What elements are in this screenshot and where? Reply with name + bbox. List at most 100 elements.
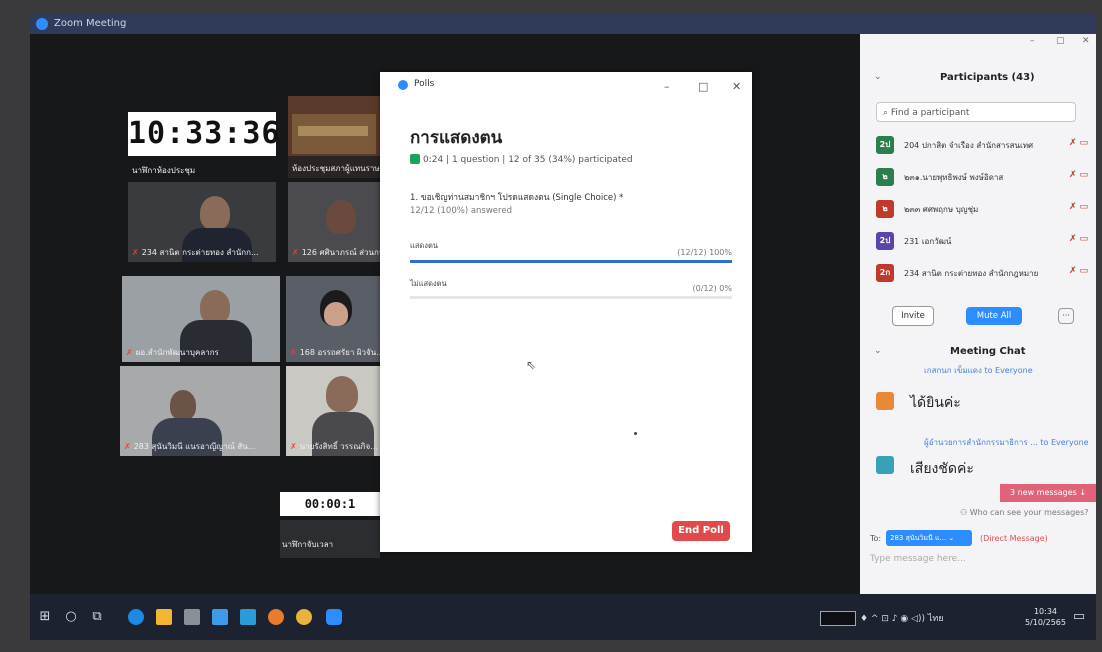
mute-all-button[interactable]: Mute All bbox=[966, 307, 1022, 325]
end-poll-button[interactable]: End Poll bbox=[672, 521, 730, 541]
taskbar-date: 5/10/2565 bbox=[1024, 618, 1066, 627]
participant-avatar: ๒ bbox=[876, 200, 894, 218]
mic-muted-icon: ✗ bbox=[290, 442, 297, 451]
participant-name: 234 สานิต กระต่ายทอง สำนักกฎหมาย bbox=[904, 269, 1039, 278]
notification-icon[interactable]: ▭ bbox=[1070, 608, 1088, 626]
poll-option-count: (12/12) 100% bbox=[677, 248, 732, 257]
poll-option-bar bbox=[410, 296, 732, 299]
polls-titlebar: Polls – □ ✕ bbox=[380, 72, 752, 98]
participant-video-tile[interactable]: ✗ 168 อรรถศรัยา ผิวจัน... bbox=[286, 276, 380, 362]
tile-name: ผอ.สำนักพัฒนาบุคลากร bbox=[135, 348, 219, 357]
collapse-chat-icon[interactable]: ⌄ bbox=[874, 346, 882, 356]
participant-row[interactable]: ๒ ๒๓๓ ศศพฤกษ บุญชุ่ม ✗ ▭ bbox=[876, 198, 1088, 220]
chat-sender: เกสกนก เข็มแดง to Everyone bbox=[924, 366, 1033, 375]
poll-chart-icon bbox=[410, 154, 420, 164]
app-l-icon[interactable] bbox=[240, 609, 256, 625]
chrome-icon[interactable] bbox=[296, 609, 312, 625]
tile-name: นายรังสิทธิ์ วรรณกิจ... bbox=[299, 442, 378, 451]
who-can-see-text: Who can see your messages? bbox=[969, 508, 1089, 517]
chat-avatar bbox=[876, 456, 894, 474]
poll-option-count: (0/12) 0% bbox=[692, 284, 732, 293]
zoom-titlebar: Zoom Meeting bbox=[30, 14, 1096, 34]
tile-name: 126 ศศินาภรณ์ ส่วนกร... bbox=[301, 248, 380, 257]
participant-name: ๒๓๓ ศศพฤกษ บุญชุ่ม bbox=[904, 205, 979, 214]
participant-row[interactable]: 2ป 231 เอกวัฒน์ ✗ ▭ bbox=[876, 230, 1088, 252]
participant-row[interactable]: 2ก 234 สานิต กระต่ายทอง สำนักกฎหมาย ✗ ▭ bbox=[876, 262, 1088, 284]
polls-window: Polls – □ ✕ การแสดงตน 0:24 | 1 question … bbox=[380, 72, 752, 552]
participant-video-tile[interactable]: ✗ ผอ.สำนักพัฒนาบุคลากร bbox=[122, 276, 280, 362]
participant-row[interactable]: ๒ ๒๓๑.นายพุทธิพงษ์ พงษ์อิดาส ✗ ▭ bbox=[876, 166, 1088, 188]
participant-video-tile[interactable]: ✗ 234 สานิต กระต่ายทอง สำนักก... bbox=[128, 182, 276, 262]
app-orange-icon[interactable] bbox=[268, 609, 284, 625]
screen-bezel-right bbox=[1096, 0, 1102, 652]
participant-row[interactable]: 2ป 204 ปกาสิต จำเรือง สำนักสารสนเทศ ✗ ▭ bbox=[876, 134, 1088, 156]
participants-title: Participants (43) bbox=[940, 72, 1035, 83]
side-panel-top: – ▢ ✕ bbox=[860, 34, 1096, 46]
store-icon[interactable] bbox=[184, 609, 200, 625]
recipient-dropdown[interactable]: 283 สุนันวิมนี แ... ⌄ bbox=[886, 530, 972, 546]
side-minimize-icon[interactable]: – bbox=[1030, 36, 1035, 46]
minimize-icon[interactable]: – bbox=[664, 80, 670, 93]
file-explorer-icon[interactable] bbox=[156, 609, 172, 625]
mic-muted-icon[interactable]: ✗ ▭ bbox=[1069, 234, 1088, 244]
mic-muted-icon: ✗ bbox=[290, 348, 297, 357]
poll-option-bar-fill bbox=[410, 260, 732, 263]
find-participant-input[interactable]: ⌕ Find a participant bbox=[876, 102, 1076, 122]
recipient-name: 283 สุนันวิมนี แ... bbox=[890, 534, 947, 542]
chat-message: เสียงชัดค่ะ bbox=[910, 461, 974, 477]
mic-muted-icon: ✗ bbox=[124, 442, 131, 451]
clock-video-tile[interactable]: 10:33:36 bbox=[128, 112, 280, 156]
clock-tile-name: นาฬิกาห้องประชุม bbox=[132, 166, 196, 175]
decorative-dot bbox=[634, 432, 637, 435]
window-title: Zoom Meeting bbox=[54, 18, 127, 29]
mail-icon[interactable] bbox=[212, 609, 228, 625]
participant-video-tile[interactable]: ✗126 ศศินาภรณ์ ส่วนกร... bbox=[288, 182, 380, 262]
mic-muted-icon[interactable]: ✗ ▭ bbox=[1069, 266, 1088, 276]
zoom-taskbar-icon[interactable] bbox=[326, 609, 342, 625]
clock-tile-label: นาฬิกาห้องประชุม bbox=[128, 158, 276, 180]
participant-video-tile[interactable]: ✗ นายรังสิทธิ์ วรรณกิจ... bbox=[286, 366, 380, 456]
participant-name: 204 ปกาสิต จำเรือง สำนักสารสนเทศ bbox=[904, 141, 1034, 150]
collapse-participants-icon[interactable]: ⌄ bbox=[874, 72, 882, 82]
more-options-button[interactable]: ··· bbox=[1058, 308, 1074, 324]
chat-message: ได้ยินค่ะ bbox=[910, 395, 961, 411]
participant-avatar: 2ป bbox=[876, 136, 894, 154]
task-view-icon[interactable]: ⧉ bbox=[88, 608, 106, 626]
edge-icon[interactable] bbox=[128, 609, 144, 625]
timer-tile-name: นาฬิกาจับเวลา bbox=[282, 540, 334, 549]
touch-keyboard-icon[interactable] bbox=[820, 611, 856, 626]
tile-name: 168 อรรถศรัยา ผิวจัน... bbox=[299, 348, 380, 357]
to-label: To: bbox=[870, 534, 882, 543]
mic-muted-icon[interactable]: ✗ ▭ bbox=[1069, 170, 1088, 180]
maximize-icon[interactable]: □ bbox=[698, 80, 708, 93]
invite-button[interactable]: Invite bbox=[892, 306, 934, 326]
screen-bezel-left bbox=[0, 0, 30, 652]
timer-tile-label: นาฬิกาจับเวลา bbox=[280, 520, 380, 558]
windows-start-icon[interactable]: ⊞ bbox=[36, 608, 54, 626]
mic-muted-icon: ✗ bbox=[292, 248, 299, 257]
taskbar-clock[interactable]: 10:34 5/10/2565 bbox=[1025, 606, 1066, 628]
participant-avatar: 2ก bbox=[876, 264, 894, 282]
zoom-logo-icon bbox=[36, 18, 48, 30]
tile-name: 234 สานิต กระต่ายทอง สำนักก... bbox=[141, 248, 259, 257]
system-tray[interactable]: ♦ ^ ⊡ ♪ ◉ ◁)) ไทย bbox=[860, 611, 944, 625]
side-restore-icon[interactable]: ▢ bbox=[1056, 36, 1065, 46]
poll-answered: 12/12 (100%) answered bbox=[410, 206, 512, 216]
who-can-see-link[interactable]: ⚇ Who can see your messages? bbox=[960, 508, 1089, 517]
screen-bezel-bottom bbox=[0, 640, 1102, 652]
room-video-tile[interactable]: ห้องประชุมสภาผู้แทนราษฎร bbox=[288, 96, 380, 178]
side-close-icon[interactable]: ✕ bbox=[1082, 36, 1090, 46]
poll-meta-text: 0:24 | 1 question | 12 of 35 (34%) parti… bbox=[423, 155, 633, 165]
chat-avatar bbox=[876, 392, 894, 410]
taskbar-time: 10:34 bbox=[1033, 607, 1058, 616]
room-tile-name: ห้องประชุมสภาผู้แทนราษฎร bbox=[292, 164, 380, 173]
chat-message-input[interactable]: Type message here... bbox=[870, 554, 966, 564]
mic-muted-icon[interactable]: ✗ ▭ bbox=[1069, 138, 1088, 148]
new-messages-button[interactable]: 3 new messages ↓ bbox=[1000, 484, 1096, 502]
windows-taskbar: ⊞ ○ ⧉ ♦ ^ ⊡ ♪ ◉ ◁)) ไทย 10:34 5/10/2565 … bbox=[30, 594, 1096, 640]
search-icon[interactable]: ○ bbox=[62, 608, 80, 626]
participant-video-tile[interactable]: ✗ 283 สุนันวิมนี แนรอาญีญาณ์ สัน... bbox=[120, 366, 280, 456]
mic-muted-icon[interactable]: ✗ ▭ bbox=[1069, 202, 1088, 212]
timer-video-tile[interactable]: 00:00:1 bbox=[280, 492, 380, 516]
close-icon[interactable]: ✕ bbox=[732, 80, 741, 93]
